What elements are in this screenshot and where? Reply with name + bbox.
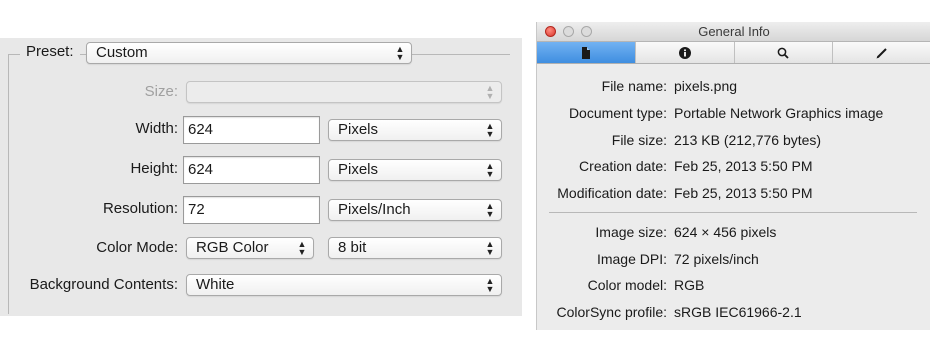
width-field[interactable]: 624	[183, 116, 320, 144]
document-icon	[581, 46, 590, 59]
creation-date-value: Feb 25, 2013 5:50 PM	[674, 158, 813, 174]
document-type-row: Document type: Portable Network Graphics…	[537, 103, 930, 123]
background-contents-popup[interactable]: White ▲ ▼	[186, 274, 502, 296]
tab-search[interactable]	[735, 42, 834, 63]
size-label: Size:	[144, 83, 178, 100]
inspector-tab-bar	[537, 42, 930, 64]
tab-more-info[interactable]	[636, 42, 735, 63]
modification-date-row: Modification date: Feb 25, 2013 5:50 PM	[537, 183, 930, 203]
bit-depth-value: 8 bit	[338, 239, 367, 256]
magnifier-icon	[778, 47, 790, 59]
new-image-dialog: Preset: Custom ▲ ▼ Size: ▲ ▼ Width: 624 Pi…	[0, 38, 522, 316]
bit-depth-popup[interactable]: 8 bit ▲ ▼	[328, 237, 502, 259]
file-name-value: pixels.png	[674, 78, 738, 94]
file-size-value: 213 KB (212,776 bytes)	[674, 132, 822, 148]
section-divider	[549, 212, 917, 213]
background-contents-value: White	[196, 276, 235, 293]
height-unit-popup[interactable]: Pixels ▲ ▼	[328, 159, 502, 181]
color-mode-popup[interactable]: RGB Color ▲ ▼	[186, 237, 314, 259]
width-label: Width:	[135, 120, 178, 137]
file-size-row: File size: 213 KB (212,776 bytes)	[537, 130, 930, 150]
color-model-label: Color model:	[587, 277, 667, 293]
document-type-value: Portable Network Graphics image	[674, 105, 884, 121]
image-size-row: Image size: 624 × 456 pixels	[537, 222, 930, 242]
colorsync-profile-value: sRGB IEC61966-2.1	[674, 304, 802, 320]
popup-arrows-icon: ▲ ▼	[485, 201, 495, 219]
color-model-value: RGB	[674, 277, 705, 293]
document-type-label: Document type:	[568, 105, 667, 121]
title-bar[interactable]: General Info	[537, 22, 930, 42]
popup-arrows-icon: ▲ ▼	[485, 121, 495, 139]
height-unit-value: Pixels	[338, 161, 379, 178]
file-name-row: File name: pixels.png	[537, 76, 930, 96]
resolution-unit-popup[interactable]: Pixels/Inch ▲ ▼	[328, 199, 502, 221]
popup-arrows-icon: ▲ ▼	[485, 83, 495, 101]
resolution-field[interactable]: 72	[183, 196, 320, 224]
size-popup: ▲ ▼	[186, 81, 502, 103]
modification-date-value: Feb 25, 2013 5:50 PM	[674, 185, 813, 201]
popup-arrows-icon: ▲ ▼	[485, 276, 495, 294]
width-unit-popup[interactable]: Pixels ▲ ▼	[328, 119, 502, 141]
tab-annotate[interactable]	[833, 42, 930, 63]
popup-arrows-icon: ▲ ▼	[485, 161, 495, 179]
color-mode-value: RGB Color	[196, 239, 269, 256]
background-contents-label: Background Contents:	[29, 276, 178, 293]
height-field[interactable]: 624	[183, 156, 320, 184]
file-size-label: File size:	[611, 132, 667, 148]
info-icon	[678, 46, 691, 59]
image-dpi-row: Image DPI: 72 pixels/inch	[537, 249, 930, 269]
tab-general[interactable]	[537, 42, 636, 63]
creation-date-label: Creation date:	[579, 158, 667, 174]
pencil-icon	[876, 47, 887, 58]
popup-arrows-icon: ▲ ▼	[297, 239, 307, 257]
window-title: General Info	[698, 24, 770, 39]
image-dpi-value: 72 pixels/inch	[674, 251, 759, 267]
preset-popup[interactable]: Custom ▲ ▼	[86, 42, 412, 64]
preset-label: Preset:	[20, 43, 80, 60]
colorsync-profile-row: ColorSync profile: sRGB IEC61966-2.1	[537, 302, 930, 322]
popup-arrows-icon: ▲ ▼	[395, 44, 405, 62]
preset-value: Custom	[96, 44, 148, 61]
image-size-value: 624 × 456 pixels	[674, 224, 777, 240]
file-name-label: File name:	[601, 78, 667, 94]
creation-date-row: Creation date: Feb 25, 2013 5:50 PM	[537, 156, 930, 176]
resolution-unit-value: Pixels/Inch	[338, 201, 411, 218]
popup-arrows-icon: ▲ ▼	[485, 239, 495, 257]
color-mode-label: Color Mode:	[96, 239, 178, 256]
modification-date-label: Modification date:	[557, 185, 667, 201]
colorsync-profile-label: ColorSync profile:	[556, 304, 668, 320]
resolution-label: Resolution:	[102, 200, 178, 217]
image-dpi-label: Image DPI:	[596, 251, 667, 267]
height-label: Height:	[130, 160, 178, 177]
width-unit-value: Pixels	[338, 121, 379, 138]
general-info-window: General Info File name: pixels.png Docum…	[536, 22, 930, 330]
color-model-row: Color model: RGB	[537, 275, 930, 295]
image-size-label: Image size:	[595, 224, 667, 240]
